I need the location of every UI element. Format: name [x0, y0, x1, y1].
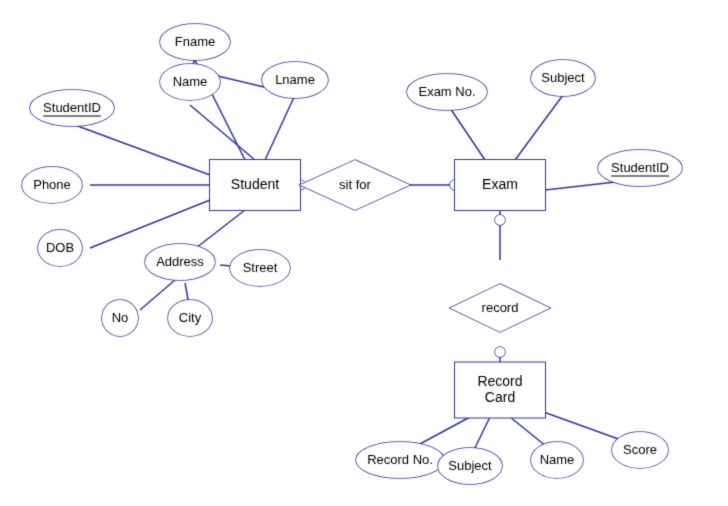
er-diagram-canvas [0, 0, 728, 506]
